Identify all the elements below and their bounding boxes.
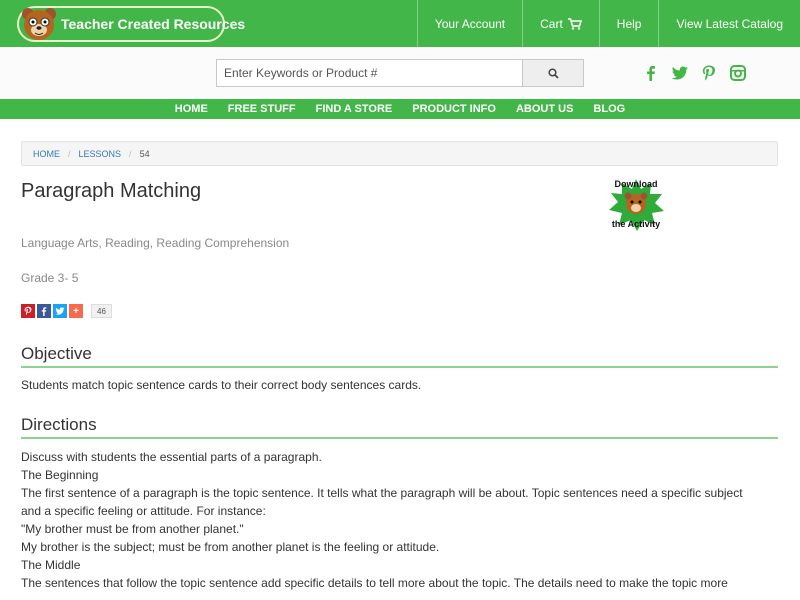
directions-line: My brother is the subject; must be from …: [21, 540, 440, 554]
cart-label: Cart: [540, 16, 563, 31]
breadcrumb-separator: /: [129, 148, 132, 159]
nav-product-info[interactable]: PRODUCT INFO: [402, 103, 506, 115]
breadcrumb: HOME / LESSONS / 54: [21, 141, 778, 166]
directions-line: The Beginning: [21, 468, 99, 482]
view-catalog-link[interactable]: View Latest Catalog: [658, 0, 800, 47]
share-buttons: + 46: [21, 304, 112, 318]
breadcrumb-lessons[interactable]: LESSONS: [79, 149, 122, 159]
badge-line2: the Activity: [612, 219, 660, 229]
logo-text: Teacher Created Resources: [61, 16, 246, 32]
facebook-share-icon[interactable]: [37, 304, 51, 318]
help-label: Help: [616, 16, 642, 31]
site-logo[interactable]: Teacher Created Resources: [17, 6, 245, 42]
view-catalog-label: View Latest Catalog: [676, 16, 783, 31]
badge-line1: Download: [615, 179, 658, 189]
breadcrumb-current: 54: [139, 148, 150, 159]
search-band: [0, 47, 800, 99]
nav-blog[interactable]: BLOG: [583, 103, 635, 115]
account-nav: Your Account Cart Help View Latest Catal…: [416, 0, 800, 47]
social-links: [642, 64, 747, 82]
instagram-icon[interactable]: [729, 64, 747, 82]
objective-heading: Objective: [21, 344, 778, 368]
help-link[interactable]: Help: [598, 0, 659, 47]
cart-link[interactable]: Cart: [522, 0, 599, 47]
breadcrumb-separator: /: [68, 148, 71, 159]
main-nav: HOME FREE STUFF FIND A STORE PRODUCT INF…: [0, 99, 800, 119]
bear-logo-icon: [22, 8, 56, 40]
directions-line: "My brother must be from another planet.…: [21, 522, 244, 536]
search-icon: [547, 67, 559, 79]
twitter-share-icon[interactable]: [53, 304, 67, 318]
search-input[interactable]: [216, 59, 523, 87]
twitter-icon[interactable]: [671, 64, 689, 82]
cart-icon: [567, 17, 582, 30]
directions-line: and a specific feeling or attitude. For …: [21, 504, 266, 518]
download-activity-badge[interactable]: Download the Activity: [604, 175, 668, 235]
top-header: Teacher Created Resources Your Account C…: [0, 0, 800, 47]
objective-line: Students match topic sentence cards to t…: [21, 378, 422, 392]
objective-text: Students match topic sentence cards to t…: [21, 376, 781, 394]
share-count: 46: [91, 304, 112, 318]
directions-line: The first sentence of a paragraph is the…: [21, 486, 743, 500]
search-button[interactable]: [522, 59, 584, 87]
facebook-icon[interactable]: [642, 64, 660, 82]
addthis-share-icon[interactable]: +: [69, 304, 83, 318]
pinterest-icon[interactable]: [700, 64, 718, 82]
pinterest-share-icon[interactable]: [21, 304, 35, 318]
directions-text: Discuss with students the essential part…: [21, 448, 781, 592]
nav-home[interactable]: HOME: [165, 103, 218, 115]
nav-free-stuff[interactable]: FREE STUFF: [218, 103, 306, 115]
lesson-grade: Grade 3- 5: [21, 271, 79, 285]
nav-find-a-store[interactable]: FIND A STORE: [306, 103, 403, 115]
breadcrumb-home[interactable]: HOME: [33, 149, 60, 159]
nav-about-us[interactable]: ABOUT US: [506, 103, 583, 115]
your-account-label: Your Account: [434, 16, 506, 31]
directions-heading: Directions: [21, 415, 778, 439]
lesson-subjects: Language Arts, Reading, Reading Comprehe…: [21, 236, 290, 250]
your-account-link[interactable]: Your Account: [416, 0, 522, 47]
directions-line: The sentences that follow the topic sent…: [21, 576, 728, 590]
directions-line: The Middle: [21, 558, 81, 572]
page-title: Paragraph Matching: [21, 180, 202, 202]
directions-line: Discuss with students the essential part…: [21, 450, 322, 464]
